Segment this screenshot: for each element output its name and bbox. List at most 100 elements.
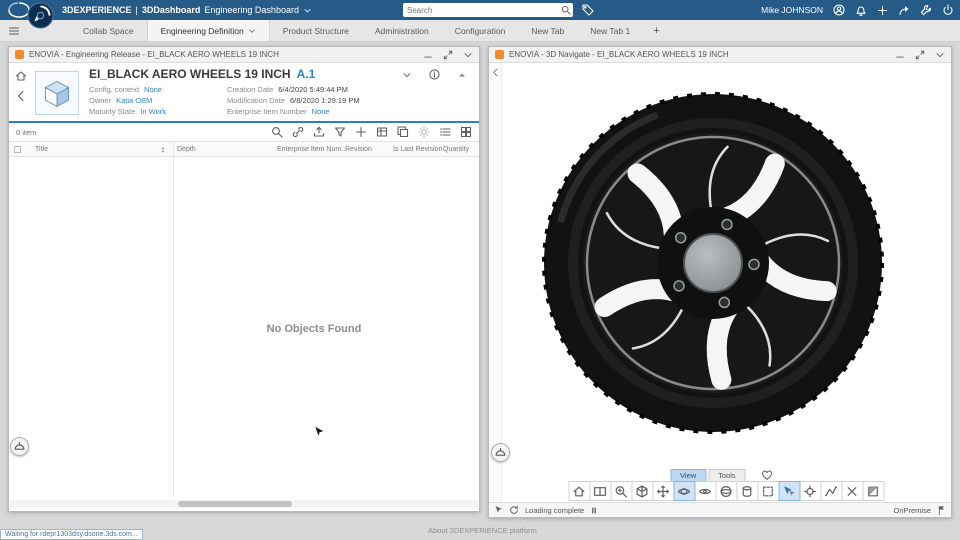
- settings-icon[interactable]: [418, 126, 430, 138]
- look-at-button[interactable]: [694, 481, 716, 501]
- window-menu-icon[interactable]: [935, 50, 945, 60]
- horizontal-scrollbar[interactable]: [10, 500, 478, 508]
- loading-status-text: Loading complete: [525, 505, 585, 515]
- dashboard-menu-chevron-icon[interactable]: [303, 6, 312, 15]
- item-title: EI_BLACK AERO WHEELS 19 INCH: [89, 67, 291, 81]
- orbit-button[interactable]: [673, 481, 695, 501]
- pennant-icon[interactable]: [937, 505, 946, 516]
- shading-button[interactable]: [715, 481, 737, 501]
- collapse-panel-icon[interactable]: [491, 68, 500, 77]
- column-depth[interactable]: Depth: [177, 146, 196, 153]
- dashboard-name[interactable]: Engineering Dashboard: [204, 5, 299, 15]
- info-icon[interactable]: [429, 69, 440, 80]
- column-title[interactable]: Title: [35, 146, 48, 153]
- window-header[interactable]: ENOVIA - 3D Navigate - EI_BLACK AERO WHE…: [489, 47, 951, 63]
- tag-icon[interactable]: [582, 4, 594, 16]
- mouse-cursor: [313, 425, 325, 439]
- tab-engineering-definition[interactable]: Engineering Definition: [146, 20, 270, 41]
- iso-view-button[interactable]: [631, 481, 653, 501]
- minimize-icon[interactable]: [423, 50, 433, 60]
- field-value[interactable]: Katia OEM: [116, 96, 152, 105]
- ghost-box-icon: [763, 486, 773, 496]
- grid-view-icon[interactable]: [460, 126, 472, 138]
- minimize-icon[interactable]: [895, 50, 905, 60]
- profile-icon[interactable]: [833, 4, 845, 16]
- pause-icon[interactable]: [590, 506, 598, 515]
- tab-new-tab[interactable]: New Tab: [518, 20, 577, 41]
- tab-configuration[interactable]: Configuration: [442, 20, 519, 41]
- scrollbar-thumb[interactable]: [178, 501, 292, 507]
- collapse-up-icon[interactable]: [457, 70, 467, 80]
- assistant-icon: [495, 447, 506, 456]
- item-header-actions: [402, 69, 467, 80]
- search-input[interactable]: [403, 5, 561, 15]
- expand-icon[interactable]: [443, 50, 453, 60]
- add-icon[interactable]: [355, 126, 367, 138]
- select-all-checkbox[interactable]: [14, 146, 21, 153]
- tab-product-structure[interactable]: Product Structure: [270, 20, 362, 41]
- tab-administration[interactable]: Administration: [362, 20, 442, 41]
- home-icon[interactable]: [15, 70, 27, 82]
- menu-icon[interactable]: [8, 25, 20, 37]
- zoom-button[interactable]: [610, 481, 632, 501]
- section-button[interactable]: [862, 481, 884, 501]
- table-icon[interactable]: [376, 126, 388, 138]
- measure-button[interactable]: [820, 481, 842, 501]
- field-label: Modification Date: [227, 96, 285, 105]
- assistant-button[interactable]: [10, 437, 29, 456]
- window-menu-icon[interactable]: [463, 50, 473, 60]
- chevron-down-icon[interactable]: [402, 70, 412, 80]
- pan-button[interactable]: [652, 481, 674, 501]
- search-icon[interactable]: [271, 126, 283, 138]
- 3d-viewport[interactable]: [502, 63, 951, 468]
- share-icon[interactable]: [898, 4, 910, 16]
- ghost-button[interactable]: [757, 481, 779, 501]
- search-icon[interactable]: [561, 5, 571, 15]
- tools-icon[interactable]: [920, 4, 932, 16]
- pointer-icon[interactable]: [494, 505, 503, 516]
- user-name[interactable]: Mike JOHNSON: [761, 5, 823, 15]
- delete-button[interactable]: [841, 481, 863, 501]
- home-view-button[interactable]: [568, 481, 590, 501]
- link-icon[interactable]: [292, 126, 304, 138]
- tab-new-tab-1[interactable]: New Tab 1: [577, 20, 643, 41]
- expand-icon[interactable]: [915, 50, 925, 60]
- assistant-button[interactable]: [491, 443, 510, 462]
- filter-icon[interactable]: [334, 126, 346, 138]
- field-value[interactable]: None: [144, 85, 162, 94]
- favorite-heart-icon[interactable]: [762, 470, 773, 481]
- wheel-3d-model[interactable]: [541, 91, 885, 435]
- column-enterprise-item-number[interactable]: Enterprise Item Num...: [277, 146, 347, 153]
- window-header[interactable]: ENOVIA - Engineering Release - EI_BLACK …: [9, 47, 479, 63]
- column-is-last-revision[interactable]: Is Last Revision: [393, 146, 442, 153]
- notifications-icon[interactable]: [855, 4, 867, 16]
- column-quantity[interactable]: Quantity: [443, 146, 469, 153]
- chevron-down-icon[interactable]: [248, 27, 256, 35]
- item-revision[interactable]: A.1: [297, 67, 316, 81]
- power-icon[interactable]: [942, 4, 954, 16]
- field-value[interactable]: None: [312, 107, 330, 116]
- duplicate-icon[interactable]: [397, 126, 409, 138]
- window-controls: [423, 50, 473, 60]
- multi-view-button[interactable]: [589, 481, 611, 501]
- about-link[interactable]: About 3DEXPERIENCE platform: [428, 526, 537, 535]
- add-tab-button[interactable]: +: [643, 20, 669, 41]
- field-value[interactable]: In Work: [140, 107, 166, 116]
- compass-badge[interactable]: [27, 2, 54, 34]
- tab-collab-space[interactable]: Collab Space: [70, 20, 147, 41]
- item-header: EI_BLACK AERO WHEELS 19 INCH A.1: [89, 67, 315, 81]
- list-view-icon[interactable]: [439, 126, 451, 138]
- center-button[interactable]: [799, 481, 821, 501]
- search-bar: [403, 3, 573, 17]
- refresh-icon[interactable]: [509, 505, 519, 515]
- export-icon[interactable]: [313, 126, 325, 138]
- screen: 3DEXPERIENCE | 3DDashboard Engineering D…: [0, 0, 960, 540]
- field-config-context: Config. context None: [89, 84, 166, 95]
- item-thumbnail[interactable]: [35, 71, 79, 115]
- multi-select-button[interactable]: [778, 481, 800, 501]
- sort-icon[interactable]: [159, 145, 168, 155]
- back-arrow-icon[interactable]: [15, 90, 27, 102]
- add-icon[interactable]: [877, 5, 888, 16]
- cylinder-button[interactable]: [736, 481, 758, 501]
- column-revision[interactable]: Revision: [345, 146, 372, 153]
